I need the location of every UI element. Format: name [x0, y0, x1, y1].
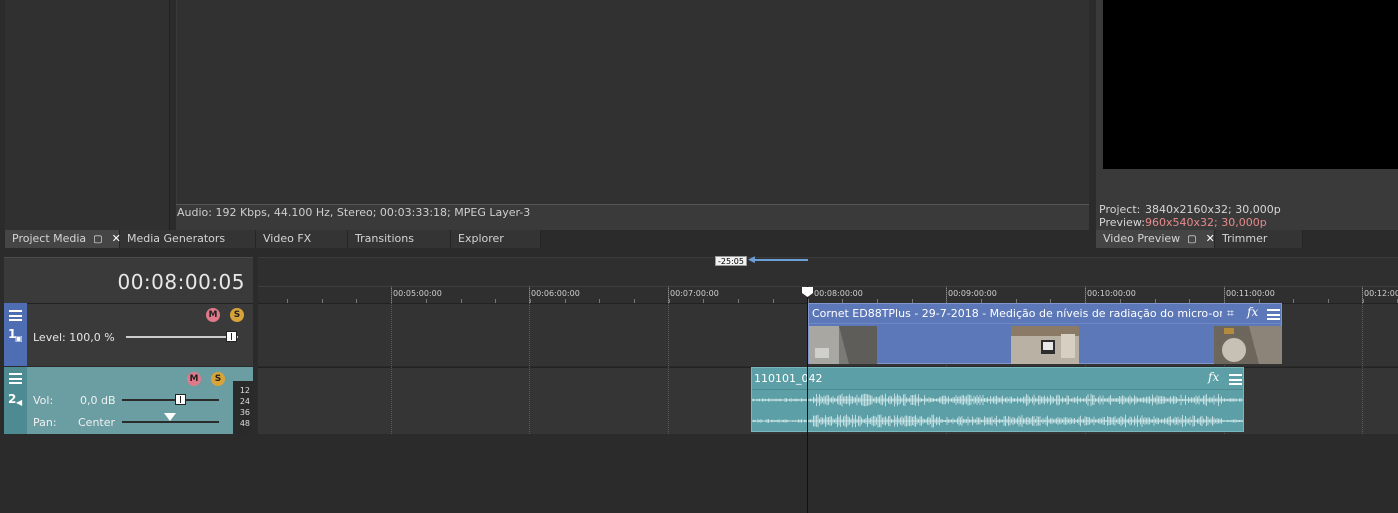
clip-menu-icon[interactable] [1229, 374, 1242, 385]
arrow-left-icon: ◀ [748, 255, 755, 265]
grid-line [1362, 286, 1363, 434]
preview-info: Project: 3840x2160x32; 30,000p Preview: 96… [1099, 203, 1281, 229]
tab-explorer[interactable]: Explorer [451, 230, 541, 248]
loop-delta-label: -25:05 [715, 256, 747, 266]
loop-region-line[interactable] [752, 259, 808, 261]
timecode-display[interactable]: 00:08:00:05 [4, 257, 253, 303]
mute-icon[interactable]: M [187, 372, 201, 386]
pan-value: Center [78, 416, 116, 429]
meter-mark: 24 [239, 397, 250, 406]
track-menu-icon[interactable] [9, 373, 22, 384]
video-track-side[interactable]: 1 ▣ [4, 303, 27, 366]
level-slider[interactable] [126, 336, 238, 338]
waveform-right-channel [752, 414, 1243, 428]
volume-slider[interactable] [122, 399, 219, 401]
tab-label: Video FX [263, 232, 312, 245]
tab-label: Explorer [458, 232, 504, 245]
project-value: 3840x2160x32; 30,000p [1145, 203, 1281, 216]
mute-icon[interactable]: M [206, 308, 220, 322]
ruler-label: 00:10:00:00 [1087, 289, 1136, 298]
media-info-bar: Audio: 192 Kbps, 44.100 Hz, Stereo; 00:0… [176, 204, 1089, 230]
project-media-tree-pane[interactable] [5, 0, 170, 230]
tab-label: Transitions [355, 232, 414, 245]
project-label: Project: [1099, 203, 1141, 216]
waveform-path [752, 393, 1243, 407]
tab-transitions[interactable]: Transitions [348, 230, 451, 248]
clip-title: Cornet ED88TPlus - 29-7-2018 - Medição d… [812, 307, 1222, 320]
meter-mark: 12 [239, 386, 250, 395]
tab-video-fx[interactable]: Video FX [256, 230, 348, 248]
fx-icon[interactable]: fx [1247, 305, 1258, 319]
tab-media-generators[interactable]: Media Generators [120, 230, 256, 248]
tab-label: Trimmer [1222, 232, 1268, 245]
ruler-label: 00:06:00:00 [531, 289, 580, 298]
crop-icon[interactable]: ⌗ [1227, 306, 1234, 321]
tab-label: Media Generators [127, 232, 226, 245]
preview-value: 960x540x32; 30,000p [1145, 216, 1267, 229]
media-info-text: Audio: 192 Kbps, 44.100 Hz, Stereo; 00:0… [177, 206, 531, 219]
left-dock-tabs: Project Media ▢ ✕ Media Generators Video F… [5, 230, 541, 248]
ruler-label: 00:11:00:00 [1226, 289, 1275, 298]
close-icon[interactable]: ✕ [1206, 232, 1215, 245]
film-icon: ▣ [15, 334, 23, 343]
playhead-cursor[interactable] [807, 286, 808, 513]
ruler-label: 00:12:00:00 [1364, 289, 1398, 298]
audio-track-side[interactable]: 2 ◀ [4, 367, 27, 434]
ruler-label: 00:05:00:00 [393, 289, 442, 298]
grid-line [668, 286, 669, 434]
cursor-timecode: 00:08:00:05 [117, 270, 245, 294]
solo-icon[interactable]: S [211, 372, 225, 386]
video-thumbnail [1011, 326, 1079, 364]
tab-trimmer[interactable]: Trimmer [1215, 230, 1303, 248]
ruler-label: 00:08:00:00 [814, 289, 863, 298]
audio-event-clip[interactable]: 110101_042 fx [751, 367, 1244, 432]
ruler-label: 00:07:00:00 [670, 289, 719, 298]
track-menu-icon[interactable] [9, 310, 22, 321]
meter-mark: 48 [239, 419, 250, 428]
video-event-clip[interactable]: Cornet ED88TPlus - 29-7-2018 - Medição d… [808, 303, 1282, 364]
tab-project-media[interactable]: Project Media ▢ ✕ [5, 230, 121, 248]
level-slider-thumb[interactable] [226, 331, 237, 342]
waveform-path [752, 414, 1243, 428]
time-ruler[interactable]: 00:05:00:00 00:06:00:00 00:07:00:00 00:0… [258, 286, 1398, 303]
marker-bar[interactable] [258, 257, 1398, 286]
vol-value: 0,0 dB [80, 394, 116, 407]
solo-icon[interactable]: S [230, 308, 244, 322]
vol-label: Vol: [33, 394, 54, 407]
clip-title: 110101_042 [754, 372, 823, 385]
tab-video-preview[interactable]: Video Preview ▢ ✕ [1096, 230, 1215, 248]
preview-label: Preview: [1099, 216, 1145, 229]
right-dock-tabs: Video Preview ▢ ✕ Trimmer [1096, 230, 1303, 248]
waveform-left-channel [752, 393, 1243, 407]
undock-icon[interactable]: ▢ [93, 231, 102, 248]
tab-label: Project Media [12, 232, 87, 245]
meter-mark: 36 [239, 408, 250, 417]
speaker-icon: ◀ [16, 398, 23, 407]
pan-label: Pan: [33, 416, 57, 429]
fx-icon[interactable]: fx [1208, 370, 1219, 384]
grid-line [391, 286, 392, 434]
project-media-list-pane[interactable] [176, 0, 1089, 204]
audio-level-meter: 12 24 36 48 [233, 381, 253, 434]
video-thumbnail [1214, 326, 1282, 364]
video-preview-screen[interactable] [1103, 0, 1398, 169]
clip-menu-icon[interactable] [1267, 309, 1280, 320]
grid-line [529, 286, 530, 434]
level-label: Level: 100,0 % [33, 331, 115, 344]
pan-slider-thumb[interactable] [164, 413, 176, 421]
volume-slider-thumb[interactable] [175, 394, 186, 405]
undock-icon[interactable]: ▢ [1187, 231, 1196, 248]
clip-header[interactable]: Cornet ED88TPlus - 29-7-2018 - Medição d… [809, 304, 1281, 324]
ruler-label: 00:09:00:00 [948, 289, 997, 298]
pan-slider[interactable] [122, 421, 219, 423]
tab-label: Video Preview [1103, 232, 1181, 245]
video-thumbnail [809, 326, 877, 364]
